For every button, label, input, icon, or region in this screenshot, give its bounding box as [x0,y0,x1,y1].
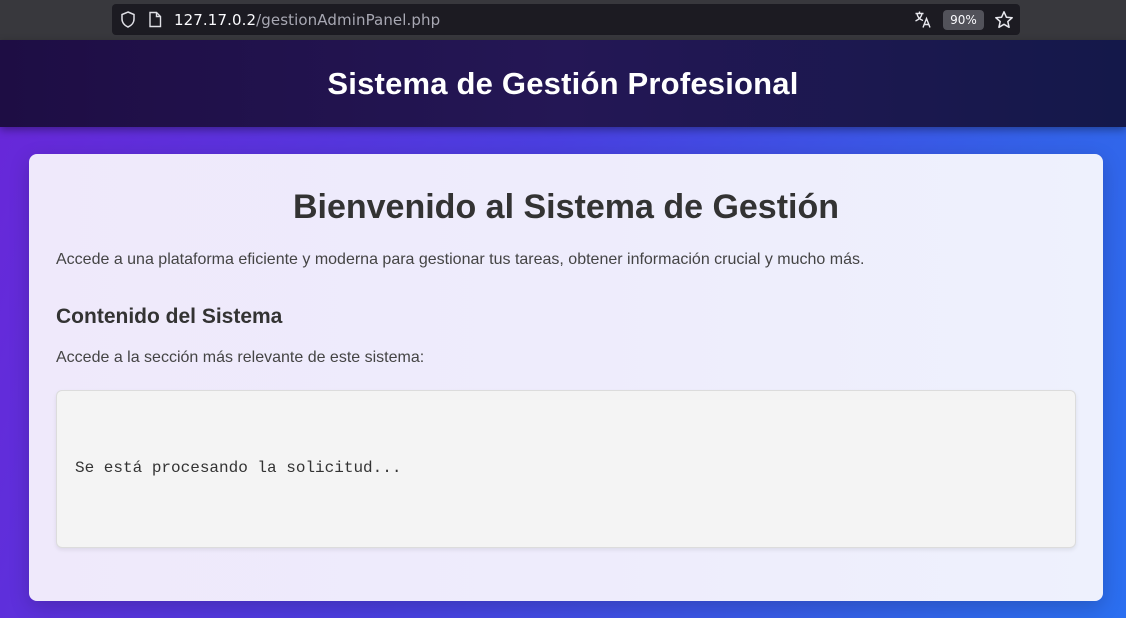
status-text: Se está procesando la solicitud... [75,459,402,477]
page-icon [148,11,162,28]
intro-text: Accede a una plataforma eficiente y mode… [56,251,865,268]
section-title: Contenido del Sistema [56,305,283,328]
content-box: Se está procesando la solicitud... [56,390,1076,548]
url-text[interactable]: 127.17.0.2/gestionAdminPanel.php [174,11,440,29]
welcome-card: Bienvenido al Sistema de Gestión Accede … [29,154,1103,601]
url-host: 127.17.0.2 [174,11,257,29]
star-icon[interactable] [994,10,1014,30]
url-path: /gestionAdminPanel.php [256,11,441,29]
section-description: Accede a la sección más relevante de est… [56,349,425,366]
page-heading: Bienvenido al Sistema de Gestión [292,188,840,226]
browser-toolbar: 127.17.0.2/gestionAdminPanel.php 90% [0,0,1126,40]
site-header: Sistema de Gestión Profesional [0,40,1126,127]
shield-icon[interactable] [120,11,136,28]
zoom-level-badge[interactable]: 90% [943,10,984,30]
address-bar[interactable]: 127.17.0.2/gestionAdminPanel.php 90% [112,4,1020,35]
site-title: Sistema de Gestión Profesional [327,65,799,101]
translate-icon[interactable] [914,10,932,29]
